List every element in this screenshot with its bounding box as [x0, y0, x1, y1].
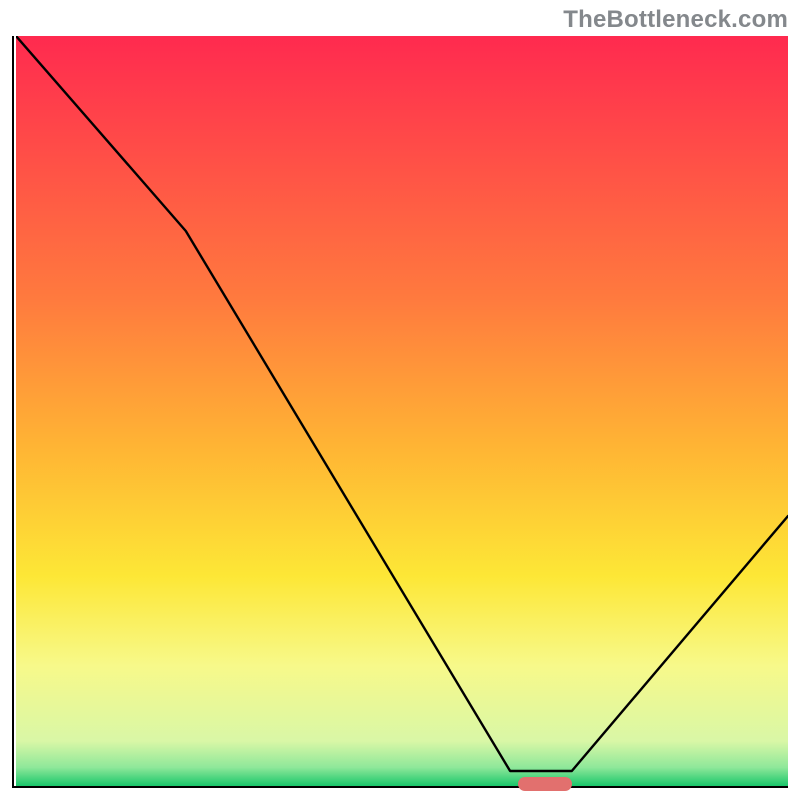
chart-plot	[16, 36, 788, 786]
gradient-background	[16, 36, 788, 786]
chart-frame	[12, 36, 788, 788]
watermark-text: TheBottleneck.com	[563, 6, 788, 34]
optimal-range-marker	[518, 777, 572, 791]
